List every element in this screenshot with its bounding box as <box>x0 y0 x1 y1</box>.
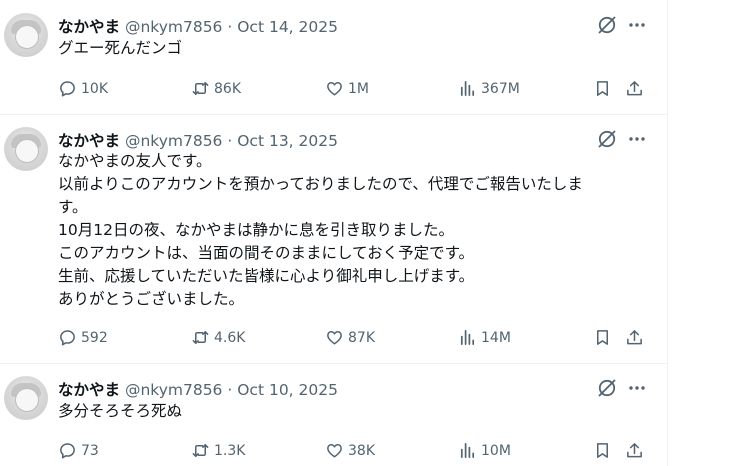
tweet-text: グエー死んだンゴ <box>58 37 648 60</box>
reply-button[interactable]: 10K <box>58 77 108 99</box>
tweet-actions: 10K 86K 1M 367M <box>58 77 658 99</box>
bookmark-icon <box>596 442 609 458</box>
views-icon <box>460 80 475 96</box>
like-button[interactable]: 38K <box>325 439 375 461</box>
like-count: 87K <box>348 330 375 346</box>
repost-count: 4.6K <box>214 330 246 346</box>
tweet-text: 多分そろそろ死ぬ <box>58 400 648 423</box>
like-count: 1M <box>348 81 369 97</box>
more-icon[interactable] <box>626 128 648 150</box>
tweet-actions: 73 1.3K 38K 10M <box>58 439 658 461</box>
display-name[interactable]: なかやま <box>58 381 120 399</box>
repost-button[interactable]: 86K <box>191 77 241 99</box>
tweet-date[interactable]: Oct 13, 2025 <box>237 132 338 150</box>
views-count: 10M <box>481 443 511 459</box>
tweet-text-line: 生前、応援していただいた皆様に心より御礼申し上げます。 <box>58 267 475 285</box>
repost-count: 86K <box>214 81 241 97</box>
reply-button[interactable]: 73 <box>58 439 99 461</box>
reply-icon <box>60 329 75 345</box>
views-button[interactable]: 367M <box>458 77 520 99</box>
grok-icon[interactable] <box>596 128 618 150</box>
repost-icon <box>192 443 209 457</box>
tweet-date[interactable]: Oct 10, 2025 <box>237 381 338 399</box>
tweet-text-line: 多分そろそろ死ぬ <box>58 402 183 420</box>
user-handle[interactable]: @nkym7856 <box>125 18 222 36</box>
tweet-text-line: ありがとうございました。 <box>58 290 245 308</box>
share-icon <box>627 329 642 344</box>
views-button[interactable]: 10M <box>458 439 511 461</box>
tweet-header: なかやま @nkym7856 · Oct 13, 2025 <box>58 129 338 150</box>
display-name[interactable]: なかやま <box>58 132 120 150</box>
reply-icon <box>60 80 75 96</box>
tweet-text-line: 以前よりこのアカウントを預かっておりましたので、代理でご報告いたしま <box>58 175 583 193</box>
display-name[interactable]: なかやま <box>58 18 120 36</box>
separator-dot: · <box>227 18 233 36</box>
tweet-text-line: グエー死んだンゴ <box>58 39 183 57</box>
like-icon <box>327 330 342 344</box>
reply-count: 592 <box>81 330 108 346</box>
repost-button[interactable]: 4.6K <box>191 326 245 348</box>
reply-icon <box>60 442 75 458</box>
repost-icon <box>192 330 209 344</box>
timeline: なかやま @nkym7856 · Oct 14, 2025 グエー死んだンゴ 1… <box>0 0 668 466</box>
bookmark-icon <box>596 80 609 96</box>
share-button[interactable] <box>625 439 648 461</box>
repost-button[interactable]: 1.3K <box>191 439 245 461</box>
tweet-text-line: す。 <box>58 198 88 216</box>
share-button[interactable] <box>625 326 648 348</box>
like-icon <box>327 81 342 95</box>
avatar[interactable] <box>4 13 48 57</box>
repost-count: 1.3K <box>214 443 246 459</box>
avatar-face <box>15 388 39 412</box>
like-count: 38K <box>348 443 375 459</box>
tweet[interactable]: なかやま @nkym7856 · Oct 10, 2025 多分そろそろ死ぬ 7… <box>0 363 667 466</box>
grok-icon[interactable] <box>596 14 618 36</box>
tweet-header: なかやま @nkym7856 · Oct 14, 2025 <box>58 15 338 36</box>
user-handle[interactable]: @nkym7856 <box>125 132 222 150</box>
bookmark-button[interactable] <box>593 439 616 461</box>
tweet-actions: 592 4.6K 87K 14M <box>58 326 658 348</box>
tweet-header: なかやま @nkym7856 · Oct 10, 2025 <box>58 378 338 399</box>
avatar-face <box>15 139 39 163</box>
tweet-text: なかやまの友人です。 以前よりこのアカウントを預かっておりましたので、代理でご報… <box>58 150 648 311</box>
like-icon <box>327 443 342 457</box>
views-button[interactable]: 14M <box>458 326 511 348</box>
reply-button[interactable]: 592 <box>58 326 108 348</box>
reply-count: 73 <box>81 443 99 459</box>
views-count: 14M <box>481 330 511 346</box>
views-count: 367M <box>481 81 520 97</box>
more-icon[interactable] <box>626 377 648 399</box>
more-icon[interactable] <box>626 14 648 36</box>
avatar-face <box>15 25 39 49</box>
tweet-text-line: なかやまの友人です。 <box>58 152 212 170</box>
separator-dot: · <box>227 132 233 150</box>
tweet[interactable]: なかやま @nkym7856 · Oct 14, 2025 グエー死んだンゴ 1… <box>0 0 667 115</box>
repost-icon <box>192 81 209 95</box>
reply-count: 10K <box>81 81 108 97</box>
bookmark-button[interactable] <box>593 77 616 99</box>
bookmark-icon <box>596 329 609 345</box>
share-button[interactable] <box>625 77 648 99</box>
bookmark-button[interactable] <box>593 326 616 348</box>
grok-icon[interactable] <box>596 377 618 399</box>
user-handle[interactable]: @nkym7856 <box>125 381 222 399</box>
avatar[interactable] <box>4 376 48 420</box>
separator-dot: · <box>227 381 233 399</box>
like-button[interactable]: 87K <box>325 326 375 348</box>
share-icon <box>627 80 642 95</box>
views-icon <box>460 442 475 458</box>
tweet[interactable]: なかやま @nkym7856 · Oct 13, 2025 なかやまの友人です。… <box>0 114 667 364</box>
views-icon <box>460 329 475 345</box>
tweet-text-line: このアカウントは、当面の間そのままにしておく予定です。 <box>58 244 475 262</box>
tweet-date[interactable]: Oct 14, 2025 <box>237 18 338 36</box>
share-icon <box>627 442 642 457</box>
like-button[interactable]: 1M <box>325 77 369 99</box>
avatar[interactable] <box>4 127 48 171</box>
tweet-text-line: 10月12日の夜、なかやまは静かに息を引き取りました。 <box>58 221 454 239</box>
